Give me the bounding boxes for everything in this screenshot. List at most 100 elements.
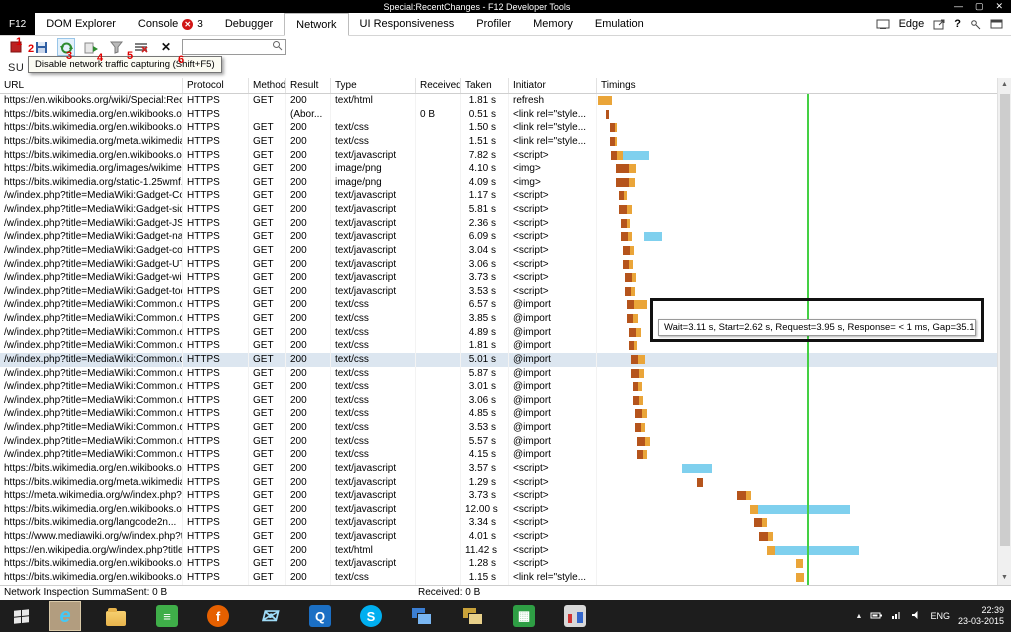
network-signal-icon[interactable]	[891, 610, 903, 622]
column-header-url[interactable]: URL	[0, 78, 183, 93]
dock-target-icon[interactable]	[876, 19, 890, 30]
debug-target-edge-label[interactable]: Edge	[899, 18, 925, 30]
cell-received	[416, 353, 461, 367]
start-button[interactable]	[0, 600, 42, 632]
column-header-timings[interactable]: Timings	[597, 78, 1011, 93]
table-row[interactable]: https://bits.wikimedia.org/en.wikibooks.…	[0, 121, 1011, 135]
taskbar-app-calculator[interactable]: ▦	[509, 602, 539, 630]
timing-segment-gold	[643, 450, 647, 459]
table-row[interactable]: https://bits.wikimedia.org/en.wikibooks.…	[0, 462, 1011, 476]
table-row[interactable]: https://bits.wikimedia.org/langcode2n...…	[0, 516, 1011, 530]
taskbar-app-projector[interactable]	[458, 602, 488, 630]
column-header-result[interactable]: Result	[286, 78, 331, 93]
tray-overflow-icon[interactable]: ▲	[856, 613, 863, 620]
table-row[interactable]: /w/index.php?title=MediaWiki:Common.cs..…	[0, 448, 1011, 462]
table-row[interactable]: https://bits.wikimedia.org/static-1.25wm…	[0, 176, 1011, 190]
clear-entries-icon[interactable]: ✕	[157, 38, 175, 56]
table-row[interactable]: /w/index.php?title=MediaWiki:Gadget-UT..…	[0, 258, 1011, 272]
table-row[interactable]: /w/index.php?title=MediaWiki:Common.cs..…	[0, 353, 1011, 367]
taskbar-app-chart-app[interactable]	[560, 602, 590, 630]
table-row[interactable]: /w/index.php?title=MediaWiki:Gadget-tool…	[0, 285, 1011, 299]
table-row[interactable]: /w/index.php?title=MediaWiki:Gadget-com.…	[0, 244, 1011, 258]
table-row[interactable]: https://www.mediawiki.org/w/index.php?t.…	[0, 530, 1011, 544]
summary-view-label[interactable]: SU	[8, 62, 24, 74]
table-row[interactable]: https://bits.wikimedia.org/images/wikime…	[0, 162, 1011, 176]
scroll-up-icon[interactable]: ▲	[1001, 78, 1008, 92]
column-header-method[interactable]: Method	[249, 78, 286, 93]
taskbar-app-q-app[interactable]: Q	[305, 602, 335, 630]
column-header-type[interactable]: Type	[331, 78, 416, 93]
table-row[interactable]: /w/index.php?title=MediaWiki:Common.cs..…	[0, 421, 1011, 435]
table-row[interactable]: https://bits.wikimedia.org/en.wikibooks.…	[0, 108, 1011, 122]
language-indicator[interactable]: ENG	[930, 611, 950, 621]
taskbar-app-firefox[interactable]: f	[203, 602, 233, 630]
column-header-received[interactable]: Received	[416, 78, 461, 93]
table-row[interactable]: https://meta.wikimedia.org/w/index.php?t…	[0, 489, 1011, 503]
timing-segment-dark	[616, 164, 629, 173]
search-box	[182, 39, 286, 55]
cell-protocol: HTTPS	[183, 476, 249, 490]
column-header-protocol[interactable]: Protocol	[183, 78, 249, 93]
minimize-button[interactable]: —	[954, 1, 963, 12]
table-row[interactable]: /w/index.php?title=MediaWiki:Common.cs..…	[0, 367, 1011, 381]
table-row[interactable]: /w/index.php?title=MediaWiki:Gadget-JSL.…	[0, 217, 1011, 231]
timing-cell	[597, 557, 1011, 571]
open-in-new-window-icon[interactable]	[933, 19, 945, 30]
search-input[interactable]	[183, 41, 270, 53]
pin-icon[interactable]	[970, 19, 981, 30]
timing-detail-tooltip: Wait=3.11 s, Start=2.62 s, Request=3.95 …	[658, 319, 976, 336]
table-row[interactable]: https://bits.wikimedia.org/en.wikibooks.…	[0, 557, 1011, 571]
table-row[interactable]: /w/index.php?title=MediaWiki:Gadget-wik.…	[0, 271, 1011, 285]
cell-initiator: <link rel="style...	[509, 135, 597, 149]
tab-profiler[interactable]: Profiler	[465, 13, 522, 35]
table-row[interactable]: https://bits.wikimedia.org/en.wikibooks.…	[0, 149, 1011, 163]
scrollbar-thumb[interactable]	[1000, 94, 1010, 546]
unpin-window-icon[interactable]	[990, 19, 1003, 29]
timing-cell	[597, 108, 1011, 122]
vertical-scrollbar[interactable]: ▲ ▼	[997, 78, 1011, 585]
clear-cache-icon[interactable]	[107, 38, 125, 56]
maximize-button[interactable]: ▢	[975, 1, 984, 12]
table-row[interactable]: /w/index.php?title=MediaWiki:Common.cs..…	[0, 380, 1011, 394]
table-row[interactable]: /w/index.php?title=MediaWiki:Common.cs..…	[0, 394, 1011, 408]
tab-memory[interactable]: Memory	[522, 13, 584, 35]
tab-console[interactable]: Console ✕ 3	[127, 13, 214, 35]
taskbar-clock[interactable]: 22:39 23-03-2015	[958, 605, 1004, 628]
export-har-save-icon[interactable]	[32, 38, 50, 56]
search-icon[interactable]	[270, 40, 285, 54]
table-row[interactable]: https://bits.wikimedia.org/meta.wikimedi…	[0, 135, 1011, 149]
column-header-initiator[interactable]: Initiator	[509, 78, 597, 93]
taskbar-app-skype[interactable]: S	[356, 602, 386, 630]
table-row[interactable]: /w/index.php?title=MediaWiki:Gadget-Co..…	[0, 189, 1011, 203]
close-button[interactable]: ✕	[995, 1, 1003, 12]
tab-emulation[interactable]: Emulation	[584, 13, 655, 35]
annotation-number-5: 5	[127, 50, 133, 62]
tab-debugger[interactable]: Debugger	[214, 13, 284, 35]
tab-dom-explorer[interactable]: DOM Explorer	[35, 13, 127, 35]
battery-icon[interactable]	[870, 611, 883, 622]
timing-waterfall-bar	[796, 559, 1011, 568]
help-button[interactable]: ?	[954, 18, 961, 30]
table-row[interactable]: https://bits.wikimedia.org/en.wikibooks.…	[0, 571, 1011, 585]
clear-cookies-icon[interactable]	[132, 38, 150, 56]
scroll-down-icon[interactable]: ▼	[1001, 571, 1008, 585]
tab-ui-responsiveness[interactable]: UI Responsiveness	[349, 13, 466, 35]
volume-icon[interactable]	[911, 610, 922, 622]
taskbar-app-internet-explorer[interactable]: e	[50, 602, 80, 630]
table-row[interactable]: /w/index.php?title=MediaWiki:Common.cs..…	[0, 435, 1011, 449]
taskbar-app-remote-desktop[interactable]	[407, 602, 437, 630]
table-row[interactable]: /w/index.php?title=MediaWiki:Gadget-side…	[0, 203, 1011, 217]
table-row[interactable]: /w/index.php?title=MediaWiki:Common.cs..…	[0, 407, 1011, 421]
table-row[interactable]: https://bits.wikimedia.org/en.wikibooks.…	[0, 503, 1011, 517]
tab-network[interactable]: Network	[284, 13, 348, 36]
taskbar-app-mail[interactable]: ✉	[254, 602, 284, 630]
table-row[interactable]: https://bits.wikimedia.org/meta.wikimedi…	[0, 476, 1011, 490]
cell-url: /w/index.php?title=MediaWiki:Common.cs..…	[0, 407, 183, 421]
table-row[interactable]: /w/index.php?title=MediaWiki:Gadget-nav.…	[0, 230, 1011, 244]
table-row[interactable]: https://en.wikibooks.org/wiki/Special:Re…	[0, 94, 1011, 108]
table-row[interactable]: https://en.wikipedia.org/w/index.php?tit…	[0, 544, 1011, 558]
column-header-taken[interactable]: Taken	[461, 78, 509, 93]
taskbar-app-file-explorer[interactable]	[101, 602, 131, 630]
timing-segment-dark	[631, 369, 639, 378]
taskbar-app-notes[interactable]: ≡	[152, 602, 182, 630]
